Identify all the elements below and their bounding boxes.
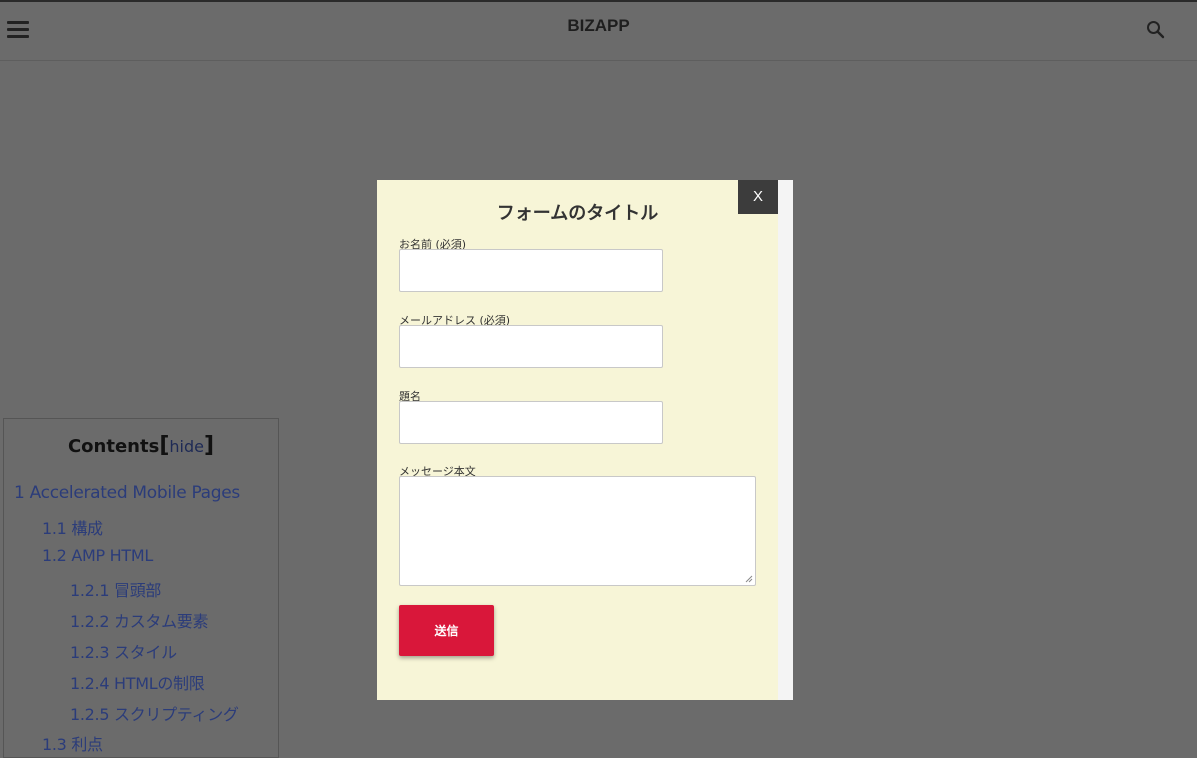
- toc-title: Contents: [67, 436, 160, 457]
- site-brand[interactable]: BIZAPP: [0, 16, 1197, 36]
- app-header: BIZAPP: [0, 2, 1197, 61]
- toc-bracket-open: [: [159, 433, 170, 458]
- toc-bracket-close: ]: [203, 433, 215, 458]
- modal-scrollbar-track[interactable]: [778, 180, 793, 700]
- resize-handle-icon[interactable]: [745, 575, 753, 583]
- message-textarea[interactable]: [399, 476, 756, 586]
- close-button[interactable]: X: [738, 180, 778, 214]
- toc-item[interactable]: 1.2.1 冒頭部: [70, 577, 161, 601]
- toc-item[interactable]: 1.1 構成: [42, 515, 103, 539]
- submit-button[interactable]: 送信: [399, 605, 494, 656]
- form-title: フォームのタイトル: [496, 203, 659, 224]
- toc-item[interactable]: 1.2.2 カスタム要素: [70, 608, 209, 632]
- toc-item[interactable]: 1.2 AMP HTML: [42, 546, 153, 565]
- toc-heading: Contents[hide]: [4, 433, 278, 458]
- contact-form-modal: フォームのタイトル お名前 (必須) メールアドレス (必須) 題名 メッセージ…: [377, 180, 778, 700]
- toc-item[interactable]: 1.2.5 スクリプティング: [70, 701, 239, 725]
- subject-input[interactable]: [399, 401, 663, 444]
- toc-item[interactable]: 1.2.4 HTMLの制限: [70, 670, 205, 694]
- table-of-contents: Contents[hide] 1 Accelerated Mobile Page…: [3, 418, 279, 758]
- toc-hide-link[interactable]: hide: [169, 437, 204, 456]
- name-input[interactable]: [399, 249, 663, 292]
- toc-item[interactable]: 1.3 利点: [42, 731, 103, 755]
- email-input[interactable]: [399, 325, 663, 368]
- toc-item[interactable]: 1.2.3 スタイル: [70, 639, 177, 663]
- search-icon[interactable]: [1144, 18, 1168, 42]
- toc-item[interactable]: 1 Accelerated Mobile Pages: [14, 483, 240, 503]
